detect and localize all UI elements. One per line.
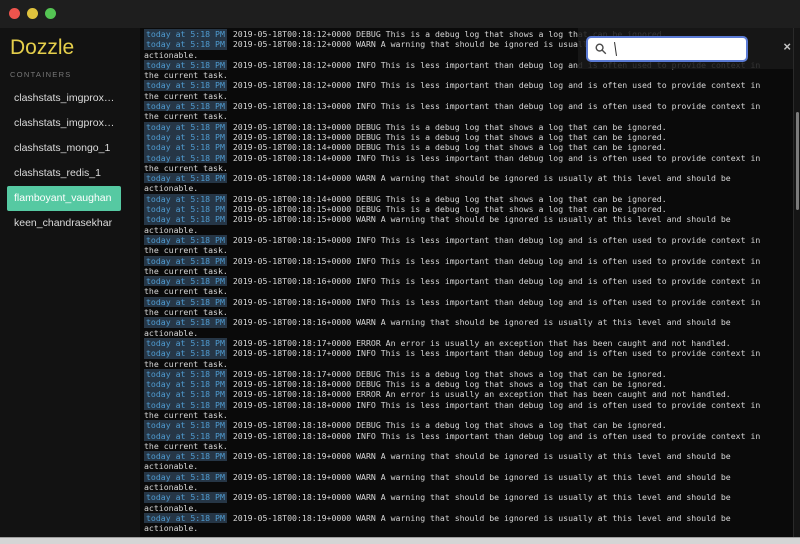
log-entry: today at 5:18 PM2019-05-18T00:18:18+0000… <box>144 431 771 452</box>
sidebar-item-container[interactable]: clashstats_imgprox… <box>0 86 140 111</box>
log-entry: today at 5:18 PM2019-05-18T00:18:19+0000… <box>144 472 771 493</box>
sidebar-item-container[interactable]: clashstats_mongo_1 <box>0 136 140 161</box>
search-box[interactable] <box>586 36 748 62</box>
log-timestamp: today at 5:18 PM <box>144 173 227 183</box>
log-timestamp: today at 5:18 PM <box>144 214 227 224</box>
sidebar: Dozzle CONTAINERS clashstats_imgprox…cla… <box>0 28 140 538</box>
log-timestamp: today at 5:18 PM <box>144 122 227 132</box>
log-entry: today at 5:18 PM2019-05-18T00:18:18+0000… <box>144 379 771 389</box>
log-timestamp: today at 5:18 PM <box>144 153 227 163</box>
close-search-icon[interactable]: × <box>783 40 791 53</box>
log-entry: today at 5:18 PM2019-05-18T00:18:15+0000… <box>144 214 771 235</box>
log-timestamp: today at 5:18 PM <box>144 369 227 379</box>
log-timestamp: today at 5:18 PM <box>144 132 227 142</box>
log-timestamp: today at 5:18 PM <box>144 276 227 286</box>
log-entry: today at 5:18 PM2019-05-18T00:18:14+0000… <box>144 153 771 174</box>
log-timestamp: today at 5:18 PM <box>144 60 227 70</box>
log-timestamp: today at 5:18 PM <box>144 235 227 245</box>
log-timestamp: today at 5:18 PM <box>144 431 227 441</box>
log-entry: today at 5:18 PM2019-05-18T00:18:13+0000… <box>144 101 771 122</box>
dozzle-window: Dozzle CONTAINERS clashstats_imgprox…cla… <box>0 0 800 544</box>
search-overlay: × <box>578 28 800 69</box>
log-entry: today at 5:18 PM2019-05-18T00:18:19+0000… <box>144 513 771 534</box>
log-entry: today at 5:18 PM2019-05-18T00:18:15+0000… <box>144 256 771 277</box>
sidebar-item-container[interactable]: keen_chandrasekhar <box>0 211 140 236</box>
log-timestamp: today at 5:18 PM <box>144 39 227 49</box>
log-entry: today at 5:18 PM2019-05-18T00:18:14+0000… <box>144 173 771 194</box>
log-timestamp: today at 5:18 PM <box>144 348 227 358</box>
window-titlebar <box>0 0 800 28</box>
log-entry: today at 5:18 PM2019-05-18T00:18:13+0000… <box>144 122 771 132</box>
log-entry: today at 5:18 PM2019-05-18T00:18:17+0000… <box>144 348 771 369</box>
log-entry: today at 5:18 PM2019-05-18T00:18:17+0000… <box>144 369 771 379</box>
log-timestamp: today at 5:18 PM <box>144 256 227 266</box>
log-timestamp: today at 5:18 PM <box>144 400 227 410</box>
app-title: Dozzle <box>10 36 74 60</box>
log-timestamp: today at 5:18 PM <box>144 420 227 430</box>
log-entry: today at 5:18 PM2019-05-18T00:18:13+0000… <box>144 132 771 142</box>
close-window-button[interactable] <box>9 8 20 19</box>
sidebar-item-container[interactable]: clashstats_redis_1 <box>0 161 140 186</box>
log-entry: today at 5:18 PM2019-05-18T00:18:15+0000… <box>144 235 771 256</box>
log-timestamp: today at 5:18 PM <box>144 513 227 523</box>
log-timestamp: today at 5:18 PM <box>144 389 227 399</box>
log-entry: today at 5:18 PM2019-05-18T00:18:16+0000… <box>144 297 771 318</box>
minimize-window-button[interactable] <box>27 8 38 19</box>
log-entry: today at 5:18 PM2019-05-18T00:18:16+0000… <box>144 276 771 297</box>
log-timestamp: today at 5:18 PM <box>144 317 227 327</box>
log-entry: today at 5:18 PM2019-05-18T00:18:16+0000… <box>144 317 771 338</box>
containers-section-label: CONTAINERS <box>10 70 72 79</box>
log-timestamp: today at 5:18 PM <box>144 29 227 39</box>
sidebar-item-container-active[interactable]: flamboyant_vaughan <box>7 186 121 211</box>
log-timestamp: today at 5:18 PM <box>144 80 227 90</box>
container-list: clashstats_imgprox…clashstats_imgprox…cl… <box>0 86 140 236</box>
log-entry: today at 5:18 PM2019-05-18T00:18:18+0000… <box>144 420 771 430</box>
text-caret <box>614 42 617 56</box>
log-timestamp: today at 5:18 PM <box>144 379 227 389</box>
log-entry: today at 5:18 PM2019-05-18T00:18:18+0000… <box>144 400 771 421</box>
log-entry: today at 5:18 PM2019-05-18T00:18:19+0000… <box>144 451 771 472</box>
log-entry: today at 5:18 PM2019-05-18T00:18:14+0000… <box>144 142 771 152</box>
log-view: today at 5:18 PM2019-05-18T00:18:12+0000… <box>140 28 794 538</box>
window-bottom-edge <box>0 537 800 544</box>
search-icon <box>595 43 607 55</box>
log-timestamp: today at 5:18 PM <box>144 297 227 307</box>
log-timestamp: today at 5:18 PM <box>144 194 227 204</box>
maximize-window-button[interactable] <box>45 8 56 19</box>
log-timestamp: today at 5:18 PM <box>144 492 227 502</box>
log-entry: today at 5:18 PM2019-05-18T00:18:17+0000… <box>144 338 771 348</box>
log-entry: today at 5:18 PM2019-05-18T00:18:15+0000… <box>144 204 771 214</box>
log-entry: today at 5:18 PM2019-05-18T00:18:18+0000… <box>144 389 771 399</box>
log-timestamp: today at 5:18 PM <box>144 472 227 482</box>
sidebar-item-container[interactable]: clashstats_imgprox… <box>0 111 140 136</box>
log-entry: today at 5:18 PM2019-05-18T00:18:12+0000… <box>144 80 771 101</box>
log-entry: today at 5:18 PM2019-05-18T00:18:19+0000… <box>144 492 771 513</box>
log-timestamp: today at 5:18 PM <box>144 338 227 348</box>
scrollbar-track <box>793 28 800 538</box>
log-timestamp: today at 5:18 PM <box>144 101 227 111</box>
log-timestamp: today at 5:18 PM <box>144 204 227 214</box>
scrollbar-thumb[interactable] <box>796 112 799 210</box>
search-input[interactable] <box>622 38 744 62</box>
log-entry: today at 5:18 PM2019-05-18T00:18:14+0000… <box>144 194 771 204</box>
log-timestamp: today at 5:18 PM <box>144 142 227 152</box>
log-timestamp: today at 5:18 PM <box>144 451 227 461</box>
